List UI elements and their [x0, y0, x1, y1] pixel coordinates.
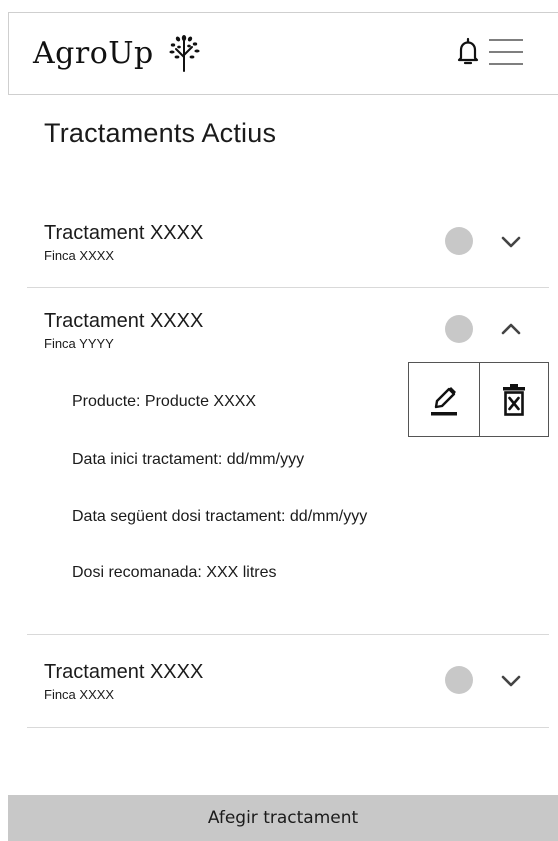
treatment-row[interactable]: Tractament XXXX Finca XXXX [44, 222, 524, 272]
chevron-down-icon[interactable] [500, 230, 522, 252]
chevron-up-icon[interactable] [500, 318, 522, 340]
logo-text: AgroUp [33, 35, 154, 71]
treatment-title: Tractament XXXX [44, 661, 204, 683]
row-divider [27, 287, 549, 288]
edit-button[interactable] [409, 363, 479, 436]
row-actions [408, 362, 549, 437]
status-indicator [445, 666, 473, 694]
tree-icon [169, 35, 200, 72]
treatment-farm: Finca XXXX [44, 687, 115, 702]
status-indicator [445, 227, 473, 255]
detail-start-date: Data inici tractament: dd/mm/yyy [72, 451, 305, 468]
treatment-title: Tractament XXXX [44, 310, 204, 332]
add-treatment-button[interactable]: Afegir tractament [8, 795, 558, 841]
treatment-row[interactable]: Tractament XXXX Finca XXXX [44, 661, 524, 711]
treatment-row[interactable]: Tractament XXXX Finca YYYY [44, 310, 524, 360]
app-header: AgroUp [8, 12, 558, 95]
delete-button[interactable] [478, 363, 549, 436]
status-indicator [445, 315, 473, 343]
page-title: Tractaments Actius [44, 118, 277, 148]
detail-next-dose-date: Data següent dosi tractament: dd/mm/yyy [72, 508, 368, 525]
chevron-down-icon[interactable] [500, 669, 522, 691]
treatment-farm: Finca YYYY [44, 336, 114, 351]
treatment-title: Tractament XXXX [44, 222, 204, 244]
pencil-icon [430, 386, 457, 415]
bell-icon[interactable] [457, 37, 479, 67]
app-logo[interactable]: AgroUp [33, 31, 202, 75]
hamburger-menu-icon[interactable] [487, 37, 525, 67]
row-divider [27, 727, 549, 728]
detail-product: Producte: Producte XXXX [72, 393, 257, 410]
treatment-farm: Finca XXXX [44, 248, 115, 263]
detail-recommended-dose: Dosi recomanada: XXX litres [72, 564, 277, 581]
row-divider [27, 634, 549, 635]
app-screen: AgroUp Tractaments Actius Tractament XXX… [0, 0, 558, 841]
trash-icon [502, 383, 525, 416]
